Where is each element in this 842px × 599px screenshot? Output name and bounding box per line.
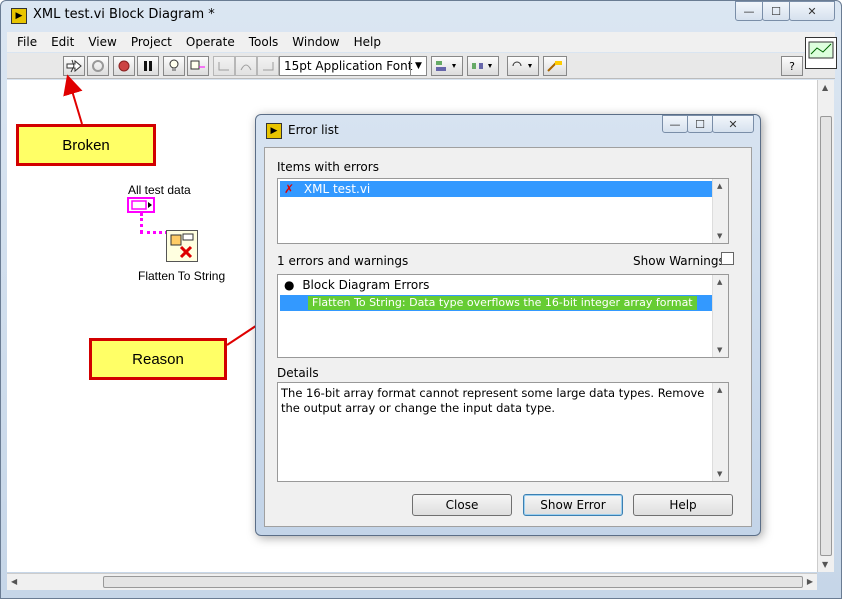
dialog-maximize-button[interactable]: ☐ xyxy=(687,115,713,133)
step-over-icon[interactable] xyxy=(235,56,257,76)
close-dialog-button[interactable]: Close xyxy=(412,494,512,516)
scroll-up-icon[interactable]: ▲ xyxy=(717,182,722,190)
menu-edit[interactable]: Edit xyxy=(51,35,74,49)
details-label: Details xyxy=(277,366,319,380)
font-selector-value: 15pt Application Font xyxy=(284,59,413,73)
items-list[interactable]: ✗ XML test.vi ▲ ▼ xyxy=(277,178,729,244)
dialog-minimize-button[interactable]: — xyxy=(662,115,688,133)
scroll-down-icon[interactable]: ▼ xyxy=(717,470,722,478)
toolbar: 15pt Application Font ▼ ? xyxy=(7,53,835,79)
scroll-down-icon[interactable]: ▼ xyxy=(717,232,722,240)
menu-tools[interactable]: Tools xyxy=(249,35,279,49)
scroll-left-icon[interactable]: ◀ xyxy=(11,577,17,586)
horizontal-scrollbar[interactable]: ◀ ▶ xyxy=(7,573,817,590)
show-warnings-label: Show Warnings xyxy=(633,254,725,268)
close-button[interactable]: ✕ xyxy=(789,1,835,21)
scroll-right-icon[interactable]: ▶ xyxy=(807,577,813,586)
flatten-to-string-node[interactable] xyxy=(166,230,198,262)
menu-file[interactable]: File xyxy=(17,35,37,49)
errors-count-label: 1 errors and warnings xyxy=(277,254,409,268)
dialog-body: Items with errors ✗ XML test.vi ▲ ▼ 1 er… xyxy=(264,147,752,527)
dialog-close-button[interactable]: ✕ xyxy=(712,115,754,133)
show-error-button[interactable]: Show Error xyxy=(523,494,623,516)
align-objects-icon[interactable] xyxy=(431,56,463,76)
retain-wire-values-icon[interactable] xyxy=(187,56,209,76)
scroll-up-icon[interactable]: ▲ xyxy=(717,278,722,286)
vi-connector-icon[interactable] xyxy=(805,37,837,69)
items-list-scrollbar[interactable]: ▲ ▼ xyxy=(712,179,728,243)
abort-icon[interactable] xyxy=(113,56,135,76)
maximize-button[interactable]: ☐ xyxy=(762,1,790,21)
scroll-up-icon[interactable]: ▲ xyxy=(717,386,722,394)
menu-bar: File Edit View Project Operate Tools Win… xyxy=(7,32,835,52)
run-continuously-icon[interactable] xyxy=(87,56,109,76)
labview-icon: ▶ xyxy=(266,123,282,139)
distribute-objects-icon[interactable] xyxy=(467,56,499,76)
item-name: XML test.vi xyxy=(303,182,371,196)
wire-segment[interactable] xyxy=(140,231,168,234)
error-message[interactable]: Flatten To String: Data type overflows t… xyxy=(308,296,697,310)
show-warnings-checkbox[interactable] xyxy=(721,252,734,265)
items-with-errors-label: Items with errors xyxy=(277,160,379,174)
reason-callout: Reason xyxy=(89,338,227,380)
scroll-up-icon[interactable]: ▲ xyxy=(822,83,828,92)
details-text: The 16-bit array format cannot represent… xyxy=(281,386,705,415)
details-box[interactable]: The 16-bit array format cannot represent… xyxy=(277,382,729,482)
pause-icon[interactable] xyxy=(137,56,159,76)
horizontal-scroll-thumb[interactable] xyxy=(103,576,803,588)
minimize-button[interactable]: — xyxy=(735,1,763,21)
font-selector[interactable]: 15pt Application Font ▼ xyxy=(279,56,427,76)
chevron-down-icon: ▼ xyxy=(410,57,426,75)
step-out-icon[interactable] xyxy=(257,56,279,76)
broken-run-icon[interactable] xyxy=(63,56,85,76)
menu-window[interactable]: Window xyxy=(292,35,339,49)
step-into-icon[interactable] xyxy=(213,56,235,76)
error-x-icon: ✗ xyxy=(284,182,295,196)
menu-help[interactable]: Help xyxy=(354,35,381,49)
help-button[interactable]: Help xyxy=(633,494,733,516)
menu-project[interactable]: Project xyxy=(131,35,172,49)
error-group-label: Block Diagram Errors xyxy=(302,278,430,292)
cleanup-diagram-icon[interactable] xyxy=(543,56,567,76)
error-list-dialog: ▶ Error list — ☐ ✕ Items with errors ✗ X… xyxy=(255,114,761,536)
dialog-title: Error list xyxy=(288,123,339,137)
scroll-down-icon[interactable]: ▼ xyxy=(822,560,828,569)
vertical-scrollbar[interactable]: ▲ ▼ xyxy=(817,80,834,572)
errors-list-scrollbar[interactable]: ▲ ▼ xyxy=(712,275,728,357)
reorder-icon[interactable] xyxy=(507,56,539,76)
context-help-button[interactable]: ? xyxy=(781,56,803,76)
menu-view[interactable]: View xyxy=(88,35,116,49)
wire-segment[interactable] xyxy=(140,213,143,233)
details-scrollbar[interactable]: ▲ ▼ xyxy=(712,383,728,481)
broken-callout: Broken xyxy=(16,124,156,166)
title-bar[interactable]: ▶ XML test.vi Block Diagram * — ☐ ✕ xyxy=(1,1,841,31)
menu-operate[interactable]: Operate xyxy=(186,35,235,49)
list-item[interactable]: ● Block Diagram Errors xyxy=(284,278,429,292)
vertical-scroll-thumb[interactable] xyxy=(820,116,832,556)
node-label: Flatten To String xyxy=(138,269,226,283)
bullet-icon: ● xyxy=(284,278,295,292)
labview-icon: ▶ xyxy=(11,8,27,24)
terminal-label: All test data xyxy=(128,183,191,197)
scroll-down-icon[interactable]: ▼ xyxy=(717,346,722,354)
highlight-execution-icon[interactable] xyxy=(163,56,185,76)
array-terminal[interactable] xyxy=(127,197,155,213)
list-item[interactable]: ✗ XML test.vi xyxy=(280,181,712,197)
errors-list[interactable]: ● Block Diagram Errors Flatten To String… xyxy=(277,274,729,358)
window-title: XML test.vi Block Diagram * xyxy=(33,7,215,22)
